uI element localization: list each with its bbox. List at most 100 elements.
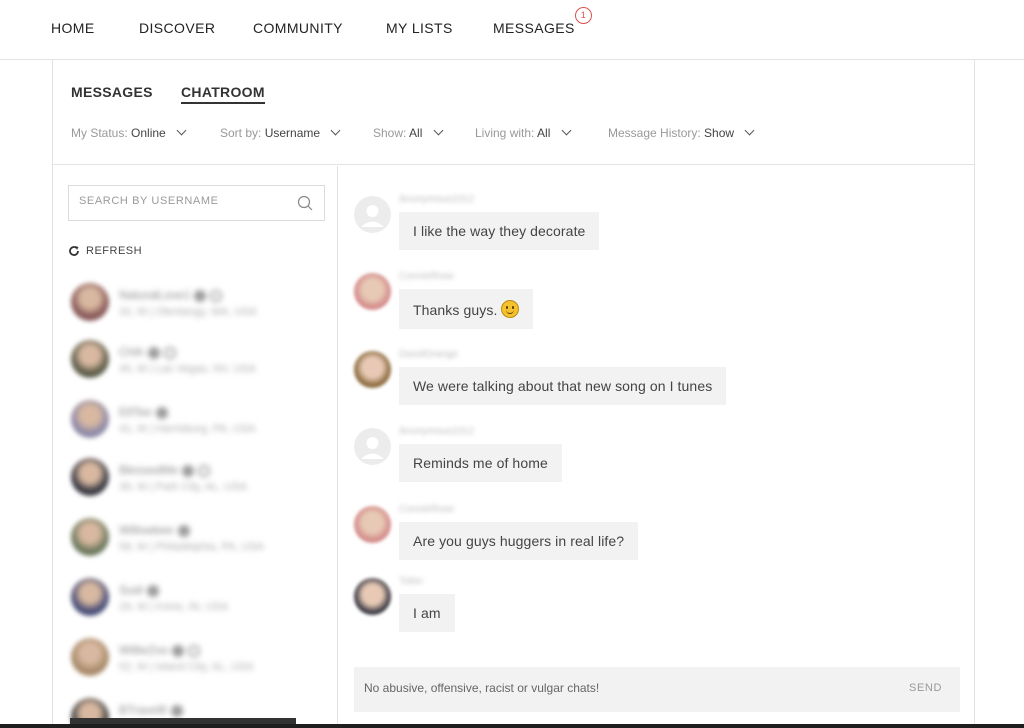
chevron-down-icon	[176, 125, 187, 136]
status-ring-icon	[188, 644, 201, 657]
avatar[interactable]	[354, 273, 391, 310]
avatar	[71, 400, 109, 438]
top-navigation: HOME DISCOVER COMMUNITY MY LISTS MESSAGE…	[0, 0, 1024, 60]
user-sidebar: REFRESH NaturalLove1 32, M | Olentangy, W…	[53, 166, 338, 728]
message-sender[interactable]: Anonymous1012	[399, 426, 474, 437]
filter-show[interactable]: Show: All	[373, 125, 444, 140]
nav-discover[interactable]: DISCOVER	[139, 20, 215, 36]
message-bubble: Thanks guys.	[399, 289, 534, 329]
message-sender[interactable]: DavidOrange	[399, 349, 458, 360]
avatar	[71, 578, 109, 616]
filter-living-with-label: Living with:	[475, 126, 535, 140]
filter-sort-label: Sort by:	[220, 126, 262, 140]
status-ring-icon	[163, 346, 176, 359]
avatar[interactable]	[354, 578, 391, 615]
user-list-item[interactable]: WillieZoo 52, M | Island City, AL, USA	[71, 638, 321, 682]
tab-chatroom[interactable]: CHATROOM	[181, 84, 265, 104]
user-name: BTravel8	[119, 703, 183, 717]
message-sender[interactable]: Anonymous1012	[399, 194, 474, 205]
message-bubble: I like the way they decorate	[399, 212, 600, 250]
status-dot-icon	[182, 464, 195, 477]
filter-living-with-value: All	[537, 126, 551, 140]
message-text: Are you guys huggers in real life?	[413, 533, 625, 549]
filter-sort[interactable]: Sort by: Username	[220, 125, 341, 140]
chevron-down-icon	[330, 125, 341, 136]
user-list-item[interactable]: EllTee 41, M | Harrisburg, PA, USA	[71, 400, 321, 444]
message-bubble: Reminds me of home	[399, 444, 562, 482]
avatar[interactable]	[354, 351, 391, 388]
user-name-text: NaturalLove1	[119, 288, 191, 302]
refresh-icon	[69, 246, 79, 256]
status-dot-icon	[147, 584, 160, 597]
user-name: EllTee	[119, 405, 168, 419]
user-location: 52, M | Island City, AL, USA	[119, 661, 254, 673]
default-avatar-icon	[361, 437, 384, 459]
status-dot-icon	[170, 704, 183, 717]
filter-status[interactable]: My Status: Online	[71, 125, 187, 140]
compose-bar: SEND	[354, 667, 960, 712]
message-sender[interactable]: ConnieRose	[399, 504, 454, 515]
message-text: We were talking about that new song on I…	[413, 378, 713, 394]
avatar	[71, 638, 109, 676]
message-sender[interactable]: Tobin	[399, 576, 423, 587]
user-name-text: BTravel8	[119, 703, 167, 717]
avatar	[71, 518, 109, 556]
messages-panel: MESSAGES CHATROOM My Status: Online Sort…	[52, 60, 975, 728]
filter-living-with[interactable]: Living with: All	[475, 125, 572, 140]
refresh-label: REFRESH	[86, 245, 143, 257]
nav-messages-label: MESSAGES	[493, 20, 575, 36]
user-list-item[interactable]: BlessedMe 36, M | Park City, AL, USA	[71, 458, 321, 502]
send-button[interactable]: SEND	[909, 682, 942, 694]
filter-show-value: All	[409, 126, 423, 140]
user-name: Willowbee	[119, 523, 190, 537]
user-location: 36, M | Park City, AL, USA	[119, 481, 247, 493]
chevron-down-icon	[433, 125, 444, 136]
message-sender[interactable]: ConnieRose	[399, 271, 454, 282]
user-list-item[interactable]: Sudi 29, M | Irvine, IN, USA	[71, 578, 321, 622]
search-input[interactable]	[79, 195, 279, 207]
message-text: I am	[413, 605, 441, 621]
chevron-down-icon	[561, 125, 572, 136]
user-location: 45, M | Las Vegas, NV, USA	[119, 363, 256, 375]
refresh-button[interactable]: REFRESH	[68, 245, 142, 257]
filter-message-history[interactable]: Message History: Show	[608, 125, 755, 140]
user-location: 32, M | Olentangy, WA, USA	[119, 306, 257, 318]
nav-my-lists[interactable]: MY LISTS	[386, 20, 453, 36]
messages-count-badge: 1	[574, 7, 592, 24]
nav-community[interactable]: COMMUNITY	[253, 20, 343, 36]
filter-show-label: Show:	[373, 126, 407, 140]
user-name: Sudi	[119, 583, 160, 597]
nav-messages[interactable]: MESSAGES 1	[493, 7, 592, 36]
avatar[interactable]	[354, 506, 391, 543]
filter-status-label: My Status:	[71, 126, 128, 140]
status-dot-icon	[155, 406, 168, 419]
status-dot-icon	[177, 524, 190, 537]
user-name-text: Sudi	[119, 583, 144, 597]
user-list-item[interactable]: NaturalLove1 32, M | Olentangy, WA, USA	[71, 283, 321, 327]
nav-home[interactable]: HOME	[51, 20, 95, 36]
user-name: NaturalLove1	[119, 288, 223, 302]
filter-message-history-label: Message History:	[608, 126, 701, 140]
avatar[interactable]	[354, 196, 391, 233]
chatroom: Anonymous1012 I like the way they decorat…	[339, 166, 974, 728]
filter-status-value: Online	[131, 126, 166, 140]
search-icon[interactable]	[297, 195, 313, 211]
user-location: 41, M | Harrisburg, PA, USA	[119, 423, 256, 435]
user-list-item[interactable]: Willowbee 58, M | Philadelphia, PA, USA	[71, 518, 321, 562]
filter-message-history-value: Show	[704, 126, 735, 140]
chat-input[interactable]	[364, 681, 864, 695]
page-bottom-edge	[0, 724, 1024, 728]
user-name-text: Willowbee	[119, 523, 174, 537]
user-name: Chih	[119, 345, 176, 359]
message-text: Thanks guys.	[413, 302, 498, 318]
avatar	[71, 458, 109, 496]
smiley-emoji-icon	[501, 300, 520, 318]
message-text: Reminds me of home	[413, 455, 548, 471]
user-location: 29, M | Irvine, IN, USA	[119, 601, 229, 613]
user-list-item[interactable]: Chih 45, M | Las Vegas, NV, USA	[71, 340, 321, 384]
default-avatar-icon	[361, 205, 384, 227]
filter-sort-value: Username	[264, 126, 321, 140]
avatar	[71, 283, 109, 321]
tab-messages[interactable]: MESSAGES	[71, 84, 153, 100]
avatar[interactable]	[354, 428, 391, 465]
